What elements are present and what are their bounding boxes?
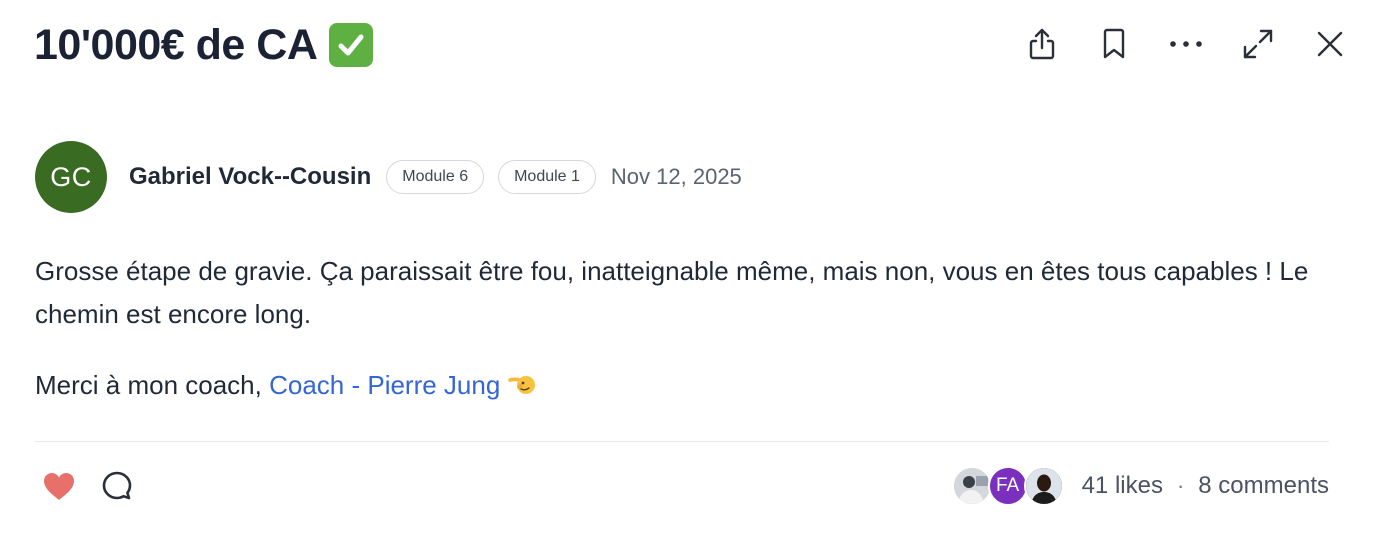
heart-icon <box>44 473 74 500</box>
close-icon <box>1317 31 1343 57</box>
comment-button[interactable] <box>93 462 141 510</box>
post-body: Grosse étape de gravie. Ça paraissait êt… <box>35 250 1325 407</box>
more-icon <box>1170 41 1202 47</box>
comments-count-link[interactable]: 8 comments <box>1198 472 1329 500</box>
module-tag-6[interactable]: Module 6 <box>386 160 485 194</box>
post-title-text: 10'000€ de CA <box>34 21 318 69</box>
liker-avatar-photo <box>1023 466 1064 506</box>
stat-separator: · <box>1176 473 1185 498</box>
post-toolbar <box>1024 26 1348 62</box>
likes-count-link[interactable]: 41 likes <box>1082 472 1163 500</box>
check-mark-icon <box>329 23 374 67</box>
expand-icon <box>1243 29 1273 59</box>
comment-icon <box>102 471 132 500</box>
pointing-hand-icon <box>506 367 536 394</box>
post-paragraph-thanks: Merci à mon coach, Coach - Pierre Jung <box>35 364 1325 407</box>
more-options-button[interactable] <box>1168 26 1204 62</box>
share-icon <box>1029 28 1055 60</box>
share-button[interactable] <box>1024 26 1060 62</box>
close-button[interactable] <box>1312 26 1348 62</box>
author-name[interactable]: Gabriel Vock--Cousin <box>129 163 371 191</box>
engagement-summary: FA 41 likes · 8 comments <box>951 466 1329 506</box>
liker-avatar-photo <box>951 466 992 506</box>
module-tag-1[interactable]: Module 1 <box>498 160 596 194</box>
liker-avatar-initials: FA <box>987 466 1028 506</box>
author-avatar[interactable]: GC <box>35 141 107 213</box>
bookmark-icon <box>1103 28 1125 59</box>
coach-mention-link[interactable]: Coach - Pierre Jung <box>269 370 500 400</box>
post-paragraph: Grosse étape de gravie. Ça paraissait êt… <box>35 256 1309 329</box>
post-dialog: 10'000€ de CA GC Gabriel Vock--Cousin Mo… <box>0 0 1386 534</box>
thanks-text: Merci à mon coach, <box>35 370 270 400</box>
footer-divider <box>35 441 1329 442</box>
post-footer: FA 41 likes · 8 comments <box>35 462 1329 510</box>
likers-avatars[interactable]: FA <box>951 466 1064 506</box>
expand-button[interactable] <box>1240 26 1276 62</box>
post-date: Nov 12, 2025 <box>610 164 742 189</box>
bookmark-button[interactable] <box>1096 26 1132 62</box>
post-title: 10'000€ de CA <box>34 18 374 72</box>
author-row: GC Gabriel Vock--Cousin Module 6 Module … <box>35 141 742 213</box>
like-button[interactable] <box>35 462 83 510</box>
